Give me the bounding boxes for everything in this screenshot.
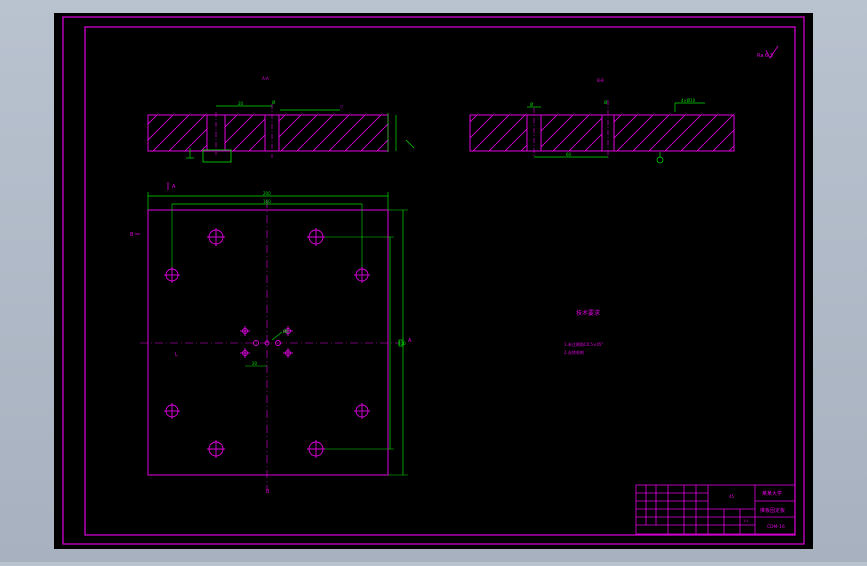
svg-text:20: 20	[252, 361, 258, 366]
svg-text:L: L	[175, 352, 178, 358]
drawing-canvas: Ra 6.3 A-A 20 Ø ▽ B-B Ø Ø 60 4×Ø10 200 1…	[54, 13, 813, 549]
title-drawing-no: CDM-16	[767, 524, 785, 530]
svg-text:B: B	[130, 232, 134, 238]
svg-text:B: B	[266, 489, 270, 495]
svg-text:Ø6: Ø6	[283, 329, 289, 334]
svg-text:200: 200	[263, 191, 271, 196]
svg-text:Ra 6.3: Ra 6.3	[757, 53, 773, 59]
section-label-left: A-A	[262, 76, 269, 81]
title-scale: 1:1	[743, 519, 749, 523]
title-material: 45	[729, 494, 735, 499]
title-part-name: 推板固定板	[760, 507, 785, 514]
section-label-right: B-B	[597, 78, 604, 83]
svg-text:20: 20	[238, 101, 244, 106]
svg-text:A: A	[172, 184, 176, 190]
svg-text:160: 160	[263, 199, 271, 204]
title-school: 某某大学	[762, 490, 782, 497]
svg-text:Ø: Ø	[272, 100, 275, 105]
cad-viewport[interactable]: Ra 6.3 A-A 20 Ø ▽ B-B Ø Ø 60 4×Ø10 200 1…	[0, 0, 867, 562]
svg-text:Ø: Ø	[604, 100, 607, 105]
svg-text:60: 60	[566, 152, 572, 157]
svg-text:2.去除毛刺: 2.去除毛刺	[564, 349, 584, 355]
model-space-background	[54, 13, 813, 549]
svg-text:4×Ø10: 4×Ø10	[681, 98, 696, 103]
svg-text:1.未注倒角C0.5×45°: 1.未注倒角C0.5×45°	[564, 341, 603, 347]
svg-text:A: A	[408, 338, 412, 344]
svg-text:技术要求: 技术要求	[576, 309, 600, 317]
svg-text:Ø: Ø	[530, 102, 533, 107]
